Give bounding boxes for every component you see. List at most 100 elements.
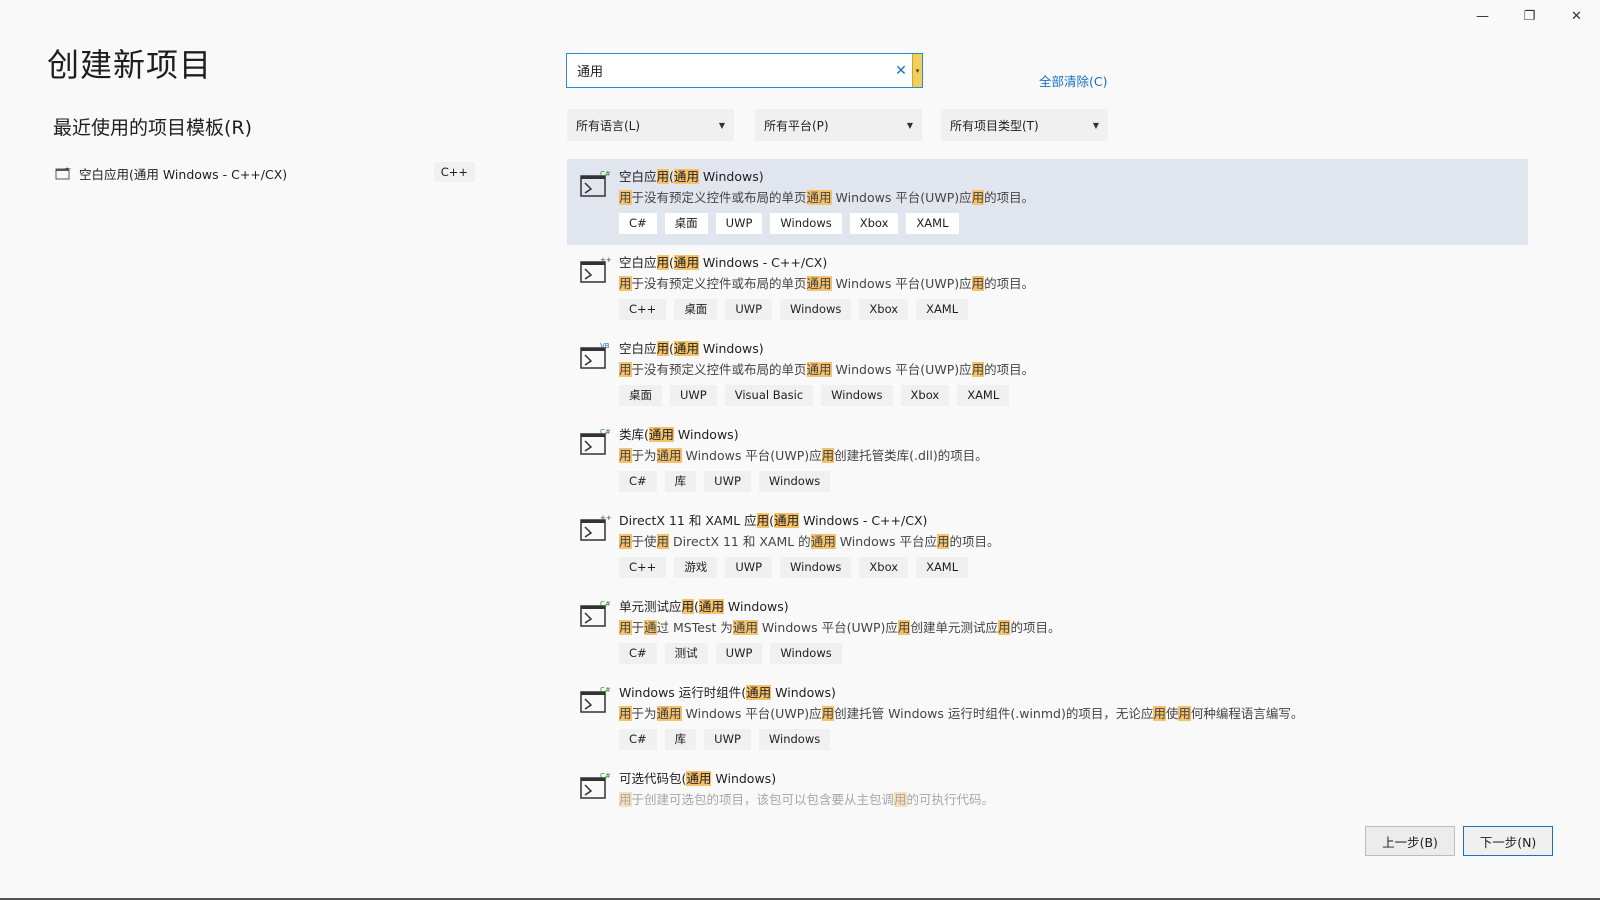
language-badge: C# <box>600 772 611 780</box>
template-result-item[interactable]: C# 单元测试应用(通用 Windows) 用于通过 MSTest 为通用 Wind… <box>567 589 1528 675</box>
template-tag: 测试 <box>664 643 708 664</box>
cs-package-icon: C# <box>580 772 611 799</box>
template-title: Windows 运行时组件(通用 Windows) <box>619 685 836 700</box>
template-tag: UWP <box>715 213 763 234</box>
cpp-window-icon: ++ <box>55 166 71 180</box>
template-results-list: C# 空白应用(通用 Windows) 用于没有预定义控件或布局的单页通用 Wind… <box>567 159 1528 809</box>
template-tags: C++ 桌面 UWP Windows Xbox XAML <box>619 299 1528 320</box>
template-tag: XAML <box>916 557 969 578</box>
template-tags: 桌面 UWP Visual Basic Windows Xbox XAML <box>619 385 1528 406</box>
template-title: 类库(通用 Windows) <box>619 427 739 442</box>
template-tag: Visual Basic <box>724 385 814 406</box>
language-badge: C# <box>600 428 611 436</box>
recent-template-item[interactable]: ++ 空白应用(通用 Windows - C++/CX) C++ <box>55 162 475 184</box>
chevron-down-icon: ▼ <box>718 120 725 130</box>
cpp-window-icon: ++ <box>580 256 611 283</box>
template-tag: C++ <box>619 557 667 578</box>
cs-component-icon: C# <box>580 686 611 713</box>
template-description: 用于通过 MSTest 为通用 Windows 平台(UWP)应用创建单元测试应… <box>619 620 1061 635</box>
template-result-item[interactable]: ++ DirectX 11 和 XAML 应用(通用 Windows - C++/… <box>567 503 1528 589</box>
platform-filter[interactable]: 所有平台(P) ▼ <box>755 109 922 141</box>
template-result-item[interactable]: C# 类库(通用 Windows) 用于为通用 Windows 平台(UWP)应用创… <box>567 417 1528 503</box>
search-box: ✕ ▾ <box>566 53 923 88</box>
template-tags: C# 桌面 UWP Windows Xbox XAML <box>619 213 1528 234</box>
search-dropdown-button[interactable]: ▾ <box>912 54 922 87</box>
language-filter[interactable]: 所有语言(L) ▼ <box>567 109 734 141</box>
clear-search-icon[interactable]: ✕ <box>890 63 912 79</box>
template-title: 空白应用(通用 Windows) <box>619 169 764 184</box>
cs-test-icon: C# <box>580 600 611 627</box>
cs-library-icon: C# <box>580 428 611 455</box>
project-type-filter[interactable]: 所有项目类型(T) ▼ <box>941 109 1108 141</box>
template-tag: Xbox <box>859 557 909 578</box>
platform-filter-label: 所有平台(P) <box>764 118 829 133</box>
template-title: 单元测试应用(通用 Windows) <box>619 599 789 614</box>
close-button[interactable]: ✕ <box>1553 0 1600 32</box>
project-type-filter-label: 所有项目类型(T) <box>950 118 1039 133</box>
template-tag: Windows <box>780 299 852 320</box>
minimize-button[interactable]: — <box>1459 0 1506 32</box>
template-tag: Windows <box>758 729 831 750</box>
chevron-down-icon: ▼ <box>1092 120 1099 130</box>
template-tags: C++ 游戏 UWP Windows Xbox XAML <box>619 557 1528 578</box>
template-description: 用于创建可选包的项目，该包可以包含要从主包调用的可执行代码。 <box>619 792 995 807</box>
page-title: 创建新项目 <box>47 46 213 84</box>
next-button[interactable]: 下一步(N) <box>1463 826 1553 856</box>
chevron-down-icon: ▼ <box>906 120 913 130</box>
template-tags: C# 库 UWP Windows <box>619 729 1528 750</box>
cpp-directx-icon: ++ <box>580 514 611 541</box>
template-tags: C# 测试 UWP Windows <box>619 643 1528 664</box>
language-badge: ++ <box>600 256 611 264</box>
template-description: 用于没有预定义控件或布局的单页通用 Windows 平台(UWP)应用的项目。 <box>619 362 1035 377</box>
template-result-item[interactable]: C# Windows 运行时组件(通用 Windows) 用于为通用 Windows… <box>567 675 1528 761</box>
template-tag: 库 <box>664 729 697 750</box>
language-badge: C# <box>600 686 611 694</box>
template-tag: 游戏 <box>674 557 718 578</box>
template-tag: Windows <box>758 471 831 492</box>
language-badge: VB <box>600 342 610 350</box>
template-tag: UWP <box>725 299 773 320</box>
template-title: 空白应用(通用 Windows) <box>619 341 764 356</box>
template-tag: Xbox <box>849 213 899 234</box>
language-badge: C# <box>600 600 611 608</box>
template-tag: XAML <box>916 299 969 320</box>
template-title: 空白应用(通用 Windows - C++/CX) <box>619 255 828 270</box>
template-description: 用于没有预定义控件或布局的单页通用 Windows 平台(UWP)应用的项目。 <box>619 276 1035 291</box>
template-description: 用于使用 DirectX 11 和 XAML 的通用 Windows 平台应用的… <box>619 534 1000 549</box>
template-tag: UWP <box>670 385 717 406</box>
template-tag: C# <box>619 729 657 750</box>
template-tag: 桌面 <box>674 299 718 320</box>
template-tag: C# <box>619 643 657 664</box>
template-tags: C# 库 UWP Windows <box>619 471 1528 492</box>
template-tag: 桌面 <box>619 385 662 406</box>
template-description: 用于没有预定义控件或布局的单页通用 Windows 平台(UWP)应用的项目。 <box>619 190 1035 205</box>
template-tag: C# <box>619 213 657 234</box>
template-tag: Xbox <box>859 299 909 320</box>
template-tag: Windows <box>770 213 842 234</box>
template-tag: XAML <box>957 385 1010 406</box>
template-result-item[interactable]: ++ 空白应用(通用 Windows - C++/CX) 用于没有预定义控件或布局的… <box>567 245 1528 331</box>
restore-button[interactable]: ❐ <box>1506 0 1553 32</box>
recent-template-tag: C++ <box>433 162 475 182</box>
template-description: 用于为通用 Windows 平台(UWP)应用创建托管 Windows 运行时组… <box>619 706 1304 721</box>
template-tag: C++ <box>619 299 667 320</box>
template-result-item[interactable]: C# 空白应用(通用 Windows) 用于没有预定义控件或布局的单页通用 Wind… <box>567 159 1528 245</box>
template-tag: UWP <box>704 471 751 492</box>
template-tag: UWP <box>715 643 763 664</box>
back-button[interactable]: 上一步(B) <box>1365 826 1455 856</box>
window-controls: — ❐ ✕ <box>1459 0 1600 32</box>
template-result-item[interactable]: C# 可选代码包(通用 Windows) 用于创建可选包的项目，该包可以包含要从主包… <box>567 761 1528 809</box>
clear-all-link[interactable]: 全部清除(C) <box>1039 71 1107 90</box>
template-tag: C# <box>619 471 657 492</box>
language-badge: ++ <box>600 514 611 522</box>
template-tag: XAML <box>906 213 959 234</box>
left-panel: 创建新项目 最近使用的项目模板(R) ++ 空白应用(通用 Windows - … <box>47 40 517 184</box>
template-tag: 桌面 <box>664 213 708 234</box>
search-input[interactable] <box>567 54 890 87</box>
cs-window-icon: C# <box>580 170 611 197</box>
template-result-item[interactable]: VB 空白应用(通用 Windows) 用于没有预定义控件或布局的单页通用 Wind… <box>567 331 1528 417</box>
recent-templates-heading: 最近使用的项目模板(R) <box>53 117 253 139</box>
template-title: DirectX 11 和 XAML 应用(通用 Windows - C++/CX… <box>619 513 928 528</box>
template-tag: Windows <box>770 643 842 664</box>
template-tag: Windows <box>780 557 852 578</box>
